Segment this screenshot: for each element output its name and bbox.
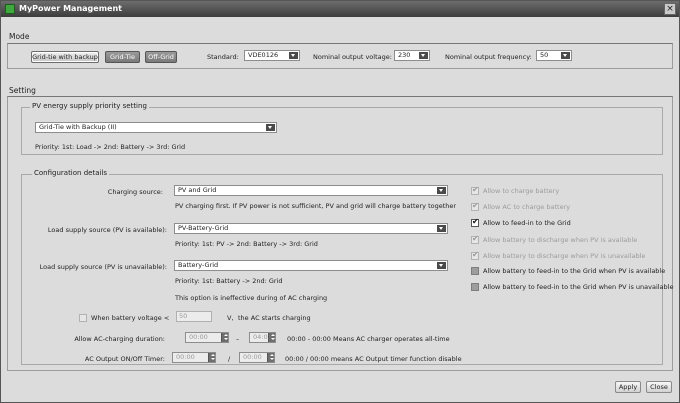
- pv-priority-value: Grid-Tie with Backup (II): [39, 123, 117, 131]
- setting-section-label: Setting: [9, 86, 36, 95]
- load-pv-unavailable-value: Battery-Grid: [178, 261, 219, 269]
- close-button[interactable]: Close: [646, 381, 672, 393]
- pv-priority-legend: PV energy supply priority setting: [30, 102, 149, 110]
- charging-source-label: Charging source:: [107, 188, 163, 196]
- allow-discharge-pv-available-checkbox[interactable]: [471, 234, 479, 244]
- allow-discharge-pv-unavailable-label: Allow battery to discharge when PV is un…: [483, 252, 646, 260]
- chevron-down-icon: [561, 52, 570, 59]
- ac-charge-dash: –: [236, 335, 240, 343]
- ac-charge-end-spinner[interactable]: 04:00: [249, 332, 276, 343]
- charging-source-value: PV and Grid: [178, 186, 217, 194]
- ac-charging-note: This option is ineffective during of AC …: [175, 294, 328, 302]
- allow-charge-battery-label: Allow to charge battery: [483, 187, 560, 195]
- allow-discharge-pv-unavailable-checkbox[interactable]: [471, 250, 479, 260]
- charging-source-note: PV charging first. If PV power is not su…: [175, 202, 457, 210]
- mode-section-label: Mode: [9, 32, 30, 41]
- allow-battery-feed-in-pv-available-checkbox[interactable]: [471, 267, 479, 275]
- allow-ac-charge-battery-label: Allow AC to charge battery: [483, 203, 571, 211]
- ac-output-end-value: 00:00: [243, 353, 262, 361]
- standard-dropdown[interactable]: VDE0126: [244, 50, 300, 61]
- ac-charge-duration-label: Allow AC-charging duration:: [74, 335, 165, 343]
- allow-discharge-pv-available-label: Allow battery to discharge when PV is av…: [483, 236, 638, 244]
- chevron-down-icon: [419, 52, 428, 59]
- spinner-arrows-icon[interactable]: [268, 333, 275, 342]
- allow-feed-in-grid-checkbox[interactable]: [471, 217, 479, 227]
- load-pv-unavailable-dropdown[interactable]: Battery-Grid: [174, 260, 448, 271]
- window-title: MyPower Management: [19, 4, 122, 13]
- load-pv-unavailable-note: Priority: 1st: Battery -> 2nd: Grid: [175, 277, 283, 285]
- load-pv-available-dropdown[interactable]: PV-Battery-Grid: [174, 223, 448, 234]
- load-pv-available-note: Priority: 1st: PV -> 2nd: Battery -> 3rd…: [175, 240, 318, 248]
- ac-charge-start-value: 00:00: [189, 333, 208, 341]
- chevron-down-icon: [437, 262, 446, 269]
- ac-output-timer-label: AC Output ON/Off Timer:: [84, 355, 165, 363]
- window-close-button[interactable]: ×: [664, 3, 676, 15]
- ac-output-end-spinner[interactable]: 00:00: [239, 352, 275, 363]
- apply-button[interactable]: Apply: [615, 381, 641, 393]
- chevron-down-icon: [437, 225, 446, 232]
- chevron-down-icon: [437, 187, 446, 194]
- chevron-down-icon: [266, 124, 275, 131]
- ac-output-start-spinner[interactable]: 00:00: [172, 352, 216, 363]
- load-pv-unavailable-label: Load supply source (PV is unavailable):: [39, 263, 167, 271]
- pv-priority-text: Priority: 1st: Load -> 2nd: Battery -> 3…: [35, 143, 186, 151]
- standard-value: VDE0126: [248, 51, 279, 59]
- battery-voltage-tail: the AC starts charging: [238, 314, 311, 322]
- voltage-value: 230: [398, 51, 411, 59]
- frequency-dropdown[interactable]: 50: [536, 50, 572, 61]
- chevron-down-icon: [289, 52, 298, 59]
- spinner-arrows-icon[interactable]: [208, 353, 215, 362]
- voltage-dropdown[interactable]: 230: [394, 50, 430, 61]
- load-pv-available-value: PV-Battery-Grid: [178, 224, 229, 232]
- allow-battery-feed-in-pv-unavailable-label: Allow battery to feed-in to the Grid whe…: [483, 283, 674, 291]
- charging-source-dropdown[interactable]: PV and Grid: [174, 185, 448, 196]
- spinner-arrows-icon[interactable]: [267, 353, 274, 362]
- standard-label: Standard:: [207, 53, 239, 61]
- allow-charge-battery-checkbox[interactable]: [471, 185, 479, 195]
- ac-output-slash: /: [228, 355, 231, 363]
- spinner-arrows-icon[interactable]: [221, 333, 228, 342]
- frequency-label: Nominal output frequency:: [445, 53, 532, 61]
- allow-feed-in-grid-label: Allow to feed-in to the Grid: [483, 219, 571, 227]
- mode-off-grid-button[interactable]: Off-Grid: [145, 51, 177, 63]
- title-bar[interactable]: MyPower Management ×: [1, 1, 679, 17]
- pv-priority-dropdown[interactable]: Grid-Tie with Backup (II): [35, 122, 277, 133]
- ac-output-start-value: 00:00: [176, 353, 195, 361]
- ac-charge-note: 00:00 - 00:00 Means AC charger operates …: [287, 335, 450, 343]
- mypower-window: MyPower Management × Mode Grid-tie with …: [0, 0, 680, 403]
- mode-grid-tie-backup-button[interactable]: Grid-tie with backup: [31, 51, 99, 63]
- battery-voltage-field[interactable]: 50: [176, 311, 212, 322]
- allow-ac-charge-battery-checkbox[interactable]: [471, 201, 479, 211]
- ac-output-note: 00:00 / 00:00 means AC Output timer func…: [285, 355, 462, 363]
- ac-charge-start-spinner[interactable]: 00:00: [185, 332, 229, 343]
- load-pv-available-label: Load supply source (PV is available):: [47, 226, 167, 234]
- mode-grid-tie-button[interactable]: Grid-Tie: [105, 51, 140, 63]
- allow-battery-feed-in-pv-available-label: Allow battery to feed-in to the Grid whe…: [483, 267, 666, 275]
- voltage-label: Nominal output voltage:: [313, 53, 392, 61]
- config-details-legend: Configuration details: [32, 169, 110, 177]
- allow-battery-feed-in-pv-unavailable-checkbox[interactable]: [471, 283, 479, 291]
- battery-voltage-unit: V,: [227, 314, 234, 322]
- app-logo-icon: [5, 4, 15, 14]
- frequency-value: 50: [540, 51, 549, 59]
- battery-voltage-checkbox[interactable]: [79, 314, 87, 322]
- battery-voltage-label: When battery voltage <: [91, 314, 170, 322]
